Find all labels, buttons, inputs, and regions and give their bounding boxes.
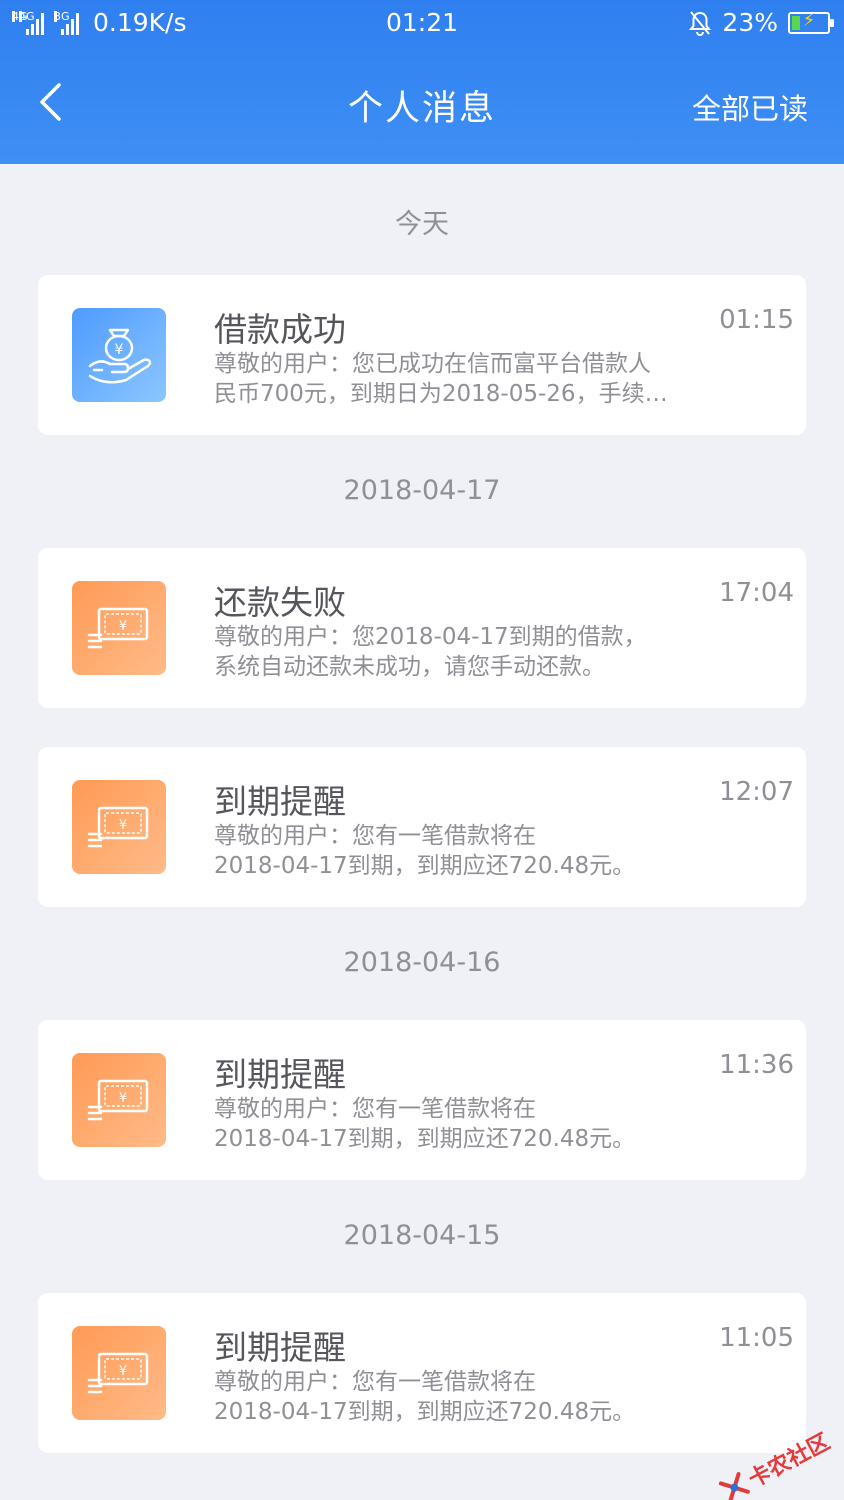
message-body-line: 尊敬的用户：您有一笔借款将在 [214,1096,536,1122]
message-body-line: 2018-04-17到期，到期应还720.48元。 [214,1399,636,1425]
message-body-line: 系统自动还款未成功，请您手动还款。 [214,654,605,680]
battery-percent: 23% [722,8,778,37]
status-bar: 4G 4G 3G 0.19K/s 01:21 23% ⚡ [0,0,844,46]
banknote-icon: ¥ [72,581,166,675]
message-title: 到期提醒 [214,1328,346,1367]
loan-hand-icon: ¥ [72,308,166,402]
message-title: 借款成功 [214,310,346,349]
message-title: 还款失败 [214,583,346,622]
message-time: 12:07 [719,777,794,807]
svg-text:¥: ¥ [119,619,127,634]
message-body: 尊敬的用户：您有一笔借款将在 2018-04-17到期，到期应还720.48元。 [214,821,714,881]
date-header: 2018-04-16 [343,947,501,978]
message-body-line: 2018-04-17到期，到期应还720.48元。 [214,853,636,879]
message-card[interactable]: ¥ 到期提醒 11:05 尊敬的用户：您有一笔借款将在 2018-04-17到期… [38,1293,806,1453]
svg-text:¥: ¥ [119,1364,127,1379]
svg-text:¥: ¥ [119,818,127,833]
message-card[interactable]: ¥ 到期提醒 11:36 尊敬的用户：您有一笔借款将在 2018-04-17到期… [38,1020,806,1180]
message-body: 尊敬的用户：您2018-04-17到期的借款， 系统自动还款未成功，请您手动还款… [214,622,714,682]
message-time: 17:04 [719,578,794,608]
message-time: 11:05 [719,1323,794,1353]
message-body: 尊敬的用户：您已成功在信而富平台借款人 民币700元，到期日为2018-05-2… [214,349,714,409]
message-body: 尊敬的用户：您有一笔借款将在 2018-04-17到期，到期应还720.48元。 [214,1094,714,1154]
message-title: 到期提醒 [214,782,346,821]
date-header: 2018-04-17 [343,475,501,506]
banknote-icon: ¥ [72,1326,166,1420]
mark-all-read-button[interactable]: 全部已读 [692,86,808,128]
message-body: 尊敬的用户：您有一笔借款将在 2018-04-17到期，到期应还720.48元。 [214,1367,714,1427]
svg-text:¥: ¥ [119,1091,127,1106]
banknote-icon: ¥ [72,780,166,874]
message-body-line: 民币700元，到期日为2018-05-26，手续… [214,381,668,407]
app-header: 4G 4G 3G 0.19K/s 01:21 23% ⚡ [0,0,844,164]
message-body-line: 尊敬的用户：您有一笔借款将在 [214,823,536,849]
bell-muted-icon [689,10,712,36]
charging-icon: ⚡ [802,9,816,31]
message-body-line: 尊敬的用户：您有一笔借款将在 [214,1369,536,1395]
status-bar-right: 23% ⚡ [688,8,834,37]
svg-text:¥: ¥ [115,342,124,358]
nav-bar: 个人消息 全部已读 [0,62,844,146]
message-time: 01:15 [719,305,794,335]
battery-icon: ⚡ [788,9,834,34]
message-body-line: 尊敬的用户：您2018-04-17到期的借款， [214,624,647,650]
date-header: 今天 [395,209,449,240]
message-body-line: 2018-04-17到期，到期应还720.48元。 [214,1126,636,1152]
banknote-icon: ¥ [72,1053,166,1147]
message-title: 到期提醒 [214,1055,346,1094]
message-card[interactable]: ¥ 到期提醒 12:07 尊敬的用户：您有一笔借款将在 2018-04-17到期… [38,747,806,907]
message-card[interactable]: ¥ 还款失败 17:04 尊敬的用户：您2018-04-17到期的借款， 系统自… [38,548,806,708]
message-time: 11:36 [719,1050,794,1080]
message-body-line: 尊敬的用户：您已成功在信而富平台借款人 [214,351,651,377]
message-card[interactable]: ¥ 借款成功 01:15 尊敬的用户：您已成功在信而富平台借款人 民币700元，… [38,275,806,435]
date-header: 2018-04-15 [343,1220,501,1251]
